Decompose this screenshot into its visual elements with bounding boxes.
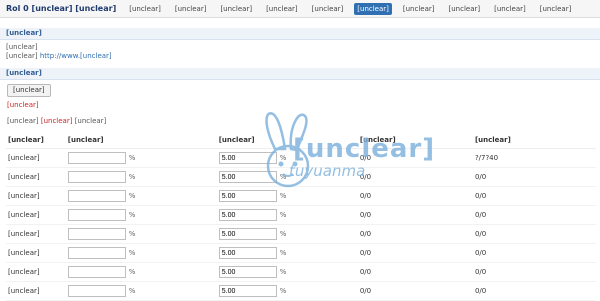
settings-action-button[interactable]: [unclear] bbox=[7, 84, 51, 97]
meta-suffix: [unclear] bbox=[74, 117, 107, 125]
watermark-text-en: tuyuanma bbox=[289, 162, 366, 180]
count-c: 0/0 bbox=[357, 262, 473, 282]
top-nav-tabs: [unclear] [unclear] [unclear] [unclear] [unc… bbox=[126, 2, 575, 15]
count-d: 0/0 bbox=[472, 224, 596, 244]
count-c: 0/0 bbox=[357, 224, 473, 244]
instructions-line-2: [unclear] http://www.[unclear] bbox=[6, 52, 594, 61]
count-c: 0/0 bbox=[357, 167, 473, 187]
count-d: 0/0 bbox=[472, 243, 596, 263]
percent-label: % bbox=[128, 172, 136, 181]
count-c: 0/0 bbox=[357, 281, 473, 301]
percent-label: % bbox=[128, 210, 136, 219]
rate-b-input[interactable] bbox=[218, 285, 277, 297]
panel-settings: [unclear] bbox=[0, 68, 600, 80]
top-nav-tab[interactable]: [unclear] bbox=[309, 3, 347, 15]
top-nav-bar: Rol 0 [unclear] [unclear] [unclear] [uncl… bbox=[0, 0, 600, 18]
panel-instructions: [unclear] [unclear] [unclear] http://www… bbox=[0, 28, 600, 64]
user-name: [unclear] bbox=[6, 224, 66, 244]
percent-label: % bbox=[279, 267, 287, 276]
count-c: 0/0 bbox=[357, 186, 473, 206]
count-c: 0/0 bbox=[357, 243, 473, 263]
rate-a-input[interactable] bbox=[67, 209, 126, 221]
rate-b-input[interactable] bbox=[218, 266, 277, 278]
top-nav-tab[interactable]: [unclear] bbox=[126, 3, 164, 15]
meta-prefix: [unclear] bbox=[7, 117, 39, 125]
percent-label: % bbox=[128, 153, 136, 162]
user-name: [unclear] bbox=[6, 186, 66, 206]
rate-a-cell: % bbox=[65, 186, 217, 206]
top-nav-tab[interactable]: [unclear] bbox=[491, 3, 529, 15]
count-d: 0/0 bbox=[472, 167, 596, 187]
top-nav-tab[interactable]: [unclear] bbox=[263, 3, 301, 15]
rate-b-input[interactable] bbox=[218, 247, 277, 259]
top-nav-tab[interactable]: [unclear] bbox=[354, 2, 392, 15]
col-header-user: [unclear] bbox=[6, 132, 66, 149]
top-nav-tab[interactable]: [unclear] bbox=[446, 3, 484, 15]
percent-label: % bbox=[128, 229, 136, 238]
watermark: [unclear] tuyuanma bbox=[255, 104, 434, 200]
percent-label: % bbox=[128, 286, 136, 295]
percent-label: % bbox=[128, 191, 136, 200]
top-nav-tab[interactable]: [unclear] bbox=[400, 3, 438, 15]
watermark-text-cn: [unclear] bbox=[293, 134, 436, 164]
top-nav-tab[interactable]: [unclear] bbox=[172, 3, 210, 15]
rate-a-cell: % bbox=[65, 167, 217, 187]
table-row: [unclear]%% 0/00/0 bbox=[6, 224, 596, 244]
rate-a-cell: % bbox=[65, 262, 217, 282]
panel-instructions-title: [unclear] bbox=[0, 28, 600, 40]
rate-b-input[interactable] bbox=[218, 209, 277, 221]
rate-b-cell: % bbox=[216, 224, 358, 244]
rate-b-cell: % bbox=[216, 205, 358, 225]
rate-b-input[interactable] bbox=[218, 228, 277, 240]
percent-label: % bbox=[128, 267, 136, 276]
col-header-a: [unclear] bbox=[65, 132, 217, 149]
rate-a-cell: % bbox=[65, 281, 217, 301]
rate-a-cell: % bbox=[65, 243, 217, 263]
table-row: [unclear]%% 0/00/0 bbox=[6, 243, 596, 263]
count-d: 0/0 bbox=[472, 281, 596, 301]
count-d: 0/0 bbox=[472, 205, 596, 225]
user-name: [unclear] bbox=[6, 205, 66, 225]
rate-a-input[interactable] bbox=[67, 266, 126, 278]
rate-a-input[interactable] bbox=[67, 152, 126, 164]
rate-a-cell: % bbox=[65, 205, 217, 225]
table-row: [unclear]%% 0/00/0 bbox=[6, 262, 596, 282]
rate-a-input[interactable] bbox=[67, 247, 126, 259]
percent-label: % bbox=[279, 210, 287, 219]
col-header-d: [unclear] bbox=[472, 132, 596, 149]
count-d: ?/7?40 bbox=[472, 148, 596, 168]
percent-label: % bbox=[128, 248, 136, 257]
panel-instructions-body: [unclear] [unclear] http://www.[unclear] bbox=[0, 40, 600, 64]
user-name: [unclear] bbox=[6, 148, 66, 168]
rate-a-cell: % bbox=[65, 148, 217, 168]
percent-label: % bbox=[279, 229, 287, 238]
percent-label: % bbox=[279, 248, 287, 257]
rate-a-input[interactable] bbox=[67, 190, 126, 202]
rate-b-cell: % bbox=[216, 243, 358, 263]
rate-a-cell: % bbox=[65, 224, 217, 244]
rate-b-cell: % bbox=[216, 281, 358, 301]
user-name: [unclear] bbox=[6, 243, 66, 263]
meta-highlight: [unclear] bbox=[40, 117, 73, 125]
top-nav-tab[interactable]: [unclear] bbox=[537, 3, 575, 15]
user-name: [unclear] bbox=[6, 262, 66, 282]
table-row: [unclear]%% 0/00/0 bbox=[6, 205, 596, 225]
instructions-line-2-prefix: [unclear] bbox=[6, 52, 38, 60]
panel-settings-title: [unclear] bbox=[0, 68, 600, 80]
count-c: 0/0 bbox=[357, 205, 473, 225]
user-name: [unclear] bbox=[6, 281, 66, 301]
count-d: 0/0 bbox=[472, 186, 596, 206]
app-brand: Rol 0 [unclear] [unclear] bbox=[6, 4, 117, 13]
top-nav-tab[interactable]: [unclear] bbox=[217, 3, 255, 15]
rate-a-input[interactable] bbox=[67, 228, 126, 240]
instructions-url[interactable]: http://www.[unclear] bbox=[40, 52, 112, 60]
instructions-line-1: [unclear] bbox=[6, 43, 38, 51]
rate-a-input[interactable] bbox=[67, 171, 126, 183]
user-name: [unclear] bbox=[6, 167, 66, 187]
percent-label: % bbox=[279, 286, 287, 295]
rate-a-input[interactable] bbox=[67, 285, 126, 297]
rate-b-cell: % bbox=[216, 262, 358, 282]
table-row: [unclear]%% 0/00/0 bbox=[6, 281, 596, 301]
count-d: 0/0 bbox=[472, 262, 596, 282]
